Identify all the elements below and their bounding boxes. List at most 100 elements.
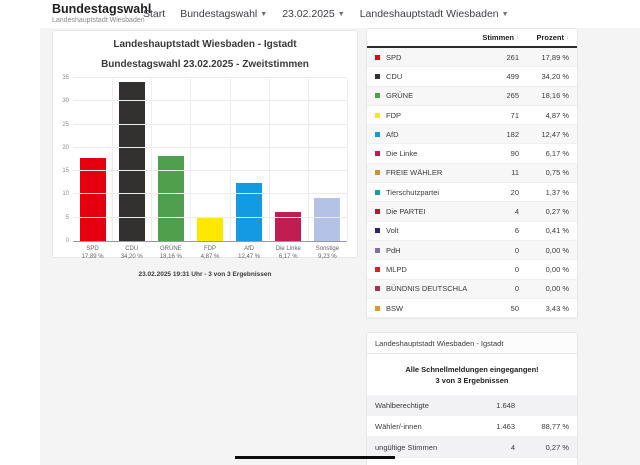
party-color-swatch <box>375 228 380 233</box>
table-row: BÜNDNIS DEUTSCHLAND00,00 % <box>367 280 577 299</box>
y-axis-tick-label: 35 <box>62 75 69 81</box>
app-logo[interactable]: Bundestagswahl Landeshauptstadt Wiesbade… <box>52 3 151 25</box>
nav-item-label: Bundestagswahl <box>180 8 257 20</box>
stimmen-value: 0 <box>467 284 519 293</box>
table-row: PdH00,00 % <box>367 241 577 260</box>
bar-gr-ne[interactable] <box>158 156 184 241</box>
party-name: SPD <box>386 53 467 62</box>
gridline <box>151 79 152 241</box>
chevron-down-icon: ▼ <box>260 11 267 18</box>
app-subtitle: Landeshauptstadt Wiesbaden <box>52 16 151 25</box>
party-name: PdH <box>386 246 467 255</box>
summary-card-title: Landeshauptstadt Wiesbaden - Igstadt <box>367 333 577 354</box>
stimmen-value: 71 <box>467 111 519 120</box>
table-row: Tierschutzpartei201,37 % <box>367 183 577 202</box>
gridline <box>347 79 348 241</box>
y-axis-tick-label: 15 <box>62 168 69 174</box>
category-percent: 18,16 % <box>151 253 190 261</box>
stimmen-value: 50 <box>467 304 519 313</box>
page: Bundestagswahl Landeshauptstadt Wiesbade… <box>0 0 640 465</box>
x-axis-label: FDP4,87 % <box>190 245 229 261</box>
stimmen-value: 11 <box>467 168 519 177</box>
chevron-down-icon: ▼ <box>502 11 509 18</box>
summary-status-message: Alle Schnellmeldungen eingegangen! 3 von… <box>367 354 577 395</box>
chart-card: Landeshauptstadt Wiesbaden - Igstadt Bun… <box>52 30 358 258</box>
party-color-swatch <box>375 55 380 60</box>
prozent-value: 0,41 % <box>519 226 577 235</box>
table-row: Volt60,41 % <box>367 222 577 241</box>
gridline <box>73 193 347 194</box>
gridline <box>73 217 347 218</box>
summary-status-line1: Alle Schnellmeldungen eingegangen! <box>367 364 577 375</box>
prozent-value: 1,37 % <box>519 188 577 197</box>
chevron-down-icon: ▼ <box>338 11 345 18</box>
stimmen-value: 261 <box>467 53 519 62</box>
prozent-value: 6,17 % <box>519 149 577 158</box>
table-row: CDU49934,20 % <box>367 67 577 86</box>
nav-item-bundestagswahl[interactable]: Bundestagswahl▼ <box>180 8 267 20</box>
prozent-value: 17,89 % <box>519 53 577 62</box>
category-percent: 12,47 % <box>230 253 269 261</box>
table-row: Die PARTEI40,27 % <box>367 202 577 221</box>
party-name: Volt <box>386 226 467 235</box>
table-row: MLPD00,00 % <box>367 260 577 279</box>
bar-sonstige[interactable] <box>314 198 340 241</box>
stimmen-value: 20 <box>467 188 519 197</box>
category-percent: 17,89 % <box>73 253 112 261</box>
prozent-value: 0,00 % <box>519 265 577 274</box>
y-axis-tick-label: 30 <box>62 98 69 104</box>
category-name: Sonstige <box>308 245 347 253</box>
category-name: AfD <box>230 245 269 253</box>
cursor-artifact-line <box>235 456 395 459</box>
category-name: GRÜNE <box>151 245 190 253</box>
bar-fdp[interactable] <box>197 218 223 241</box>
category-name: CDU <box>112 245 151 253</box>
nav-item-start[interactable]: Start <box>143 8 165 20</box>
nav-item-label: Start <box>143 8 165 20</box>
sort-stimmen-header[interactable]: Stimmen ↓ <box>467 33 519 42</box>
stimmen-value: 90 <box>467 149 519 158</box>
nav-item-23-02-2025[interactable]: 23.02.2025▼ <box>282 8 345 20</box>
nav-item-landeshauptstadt-wiesbaden[interactable]: Landeshauptstadt Wiesbaden▼ <box>360 8 509 20</box>
party-color-swatch <box>375 267 380 272</box>
chart-plot-area: 05101520253035 <box>73 79 347 242</box>
party-name: Tierschutzpartei <box>386 188 467 197</box>
y-axis-tick-label: 5 <box>66 215 69 221</box>
stimmen-value: 0 <box>467 265 519 274</box>
summary-row-label: Wähler/-innen <box>367 422 460 431</box>
party-color-swatch <box>375 113 380 118</box>
summary-row-percent: 0,27 % <box>515 443 577 452</box>
table-row: FDP714,87 % <box>367 106 577 125</box>
gridline <box>73 124 347 125</box>
x-axis-label: SPD17,89 % <box>73 245 112 261</box>
bar-afd[interactable] <box>236 183 262 241</box>
sort-prozent-header[interactable]: Prozent ↓ <box>519 33 577 42</box>
table-row: GRÜNE26518,16 % <box>367 87 577 106</box>
gridline <box>308 79 309 241</box>
x-axis-label: AfD12,47 % <box>230 245 269 261</box>
y-axis-tick-label: 10 <box>62 191 69 197</box>
table-row: SPD26117,89 % <box>367 48 577 67</box>
y-axis-tick-label: 25 <box>62 122 69 128</box>
party-color-swatch <box>375 306 380 311</box>
summary-row-value: 1.648 <box>460 401 515 410</box>
gridline <box>230 79 231 241</box>
category-percent: 34,20 % <box>112 253 151 261</box>
x-axis-label: CDU34,20 % <box>112 245 151 261</box>
summary-status-line2: 3 von 3 Ergebnissen <box>367 375 577 386</box>
summary-table-body: Wahlberechtigte1.648Wähler/-innen1.46388… <box>367 395 577 465</box>
party-name: FDP <box>386 111 467 120</box>
summary-row: gültige Stimmen1.45999,73 % <box>367 458 577 465</box>
party-name: CDU <box>386 72 467 81</box>
party-color-swatch <box>375 132 380 137</box>
summary-row: ungültige Stimmen40,27 % <box>367 437 577 458</box>
sort-down-icon: ↓ <box>566 35 569 41</box>
gridline <box>73 77 347 78</box>
party-color-swatch <box>375 170 380 175</box>
party-name: MLPD <box>386 265 467 274</box>
stimmen-value: 0 <box>467 246 519 255</box>
gridline <box>112 79 113 241</box>
prozent-value: 18,16 % <box>519 91 577 100</box>
prozent-value: 12,47 % <box>519 130 577 139</box>
summary-row-value: 1.463 <box>460 422 515 431</box>
